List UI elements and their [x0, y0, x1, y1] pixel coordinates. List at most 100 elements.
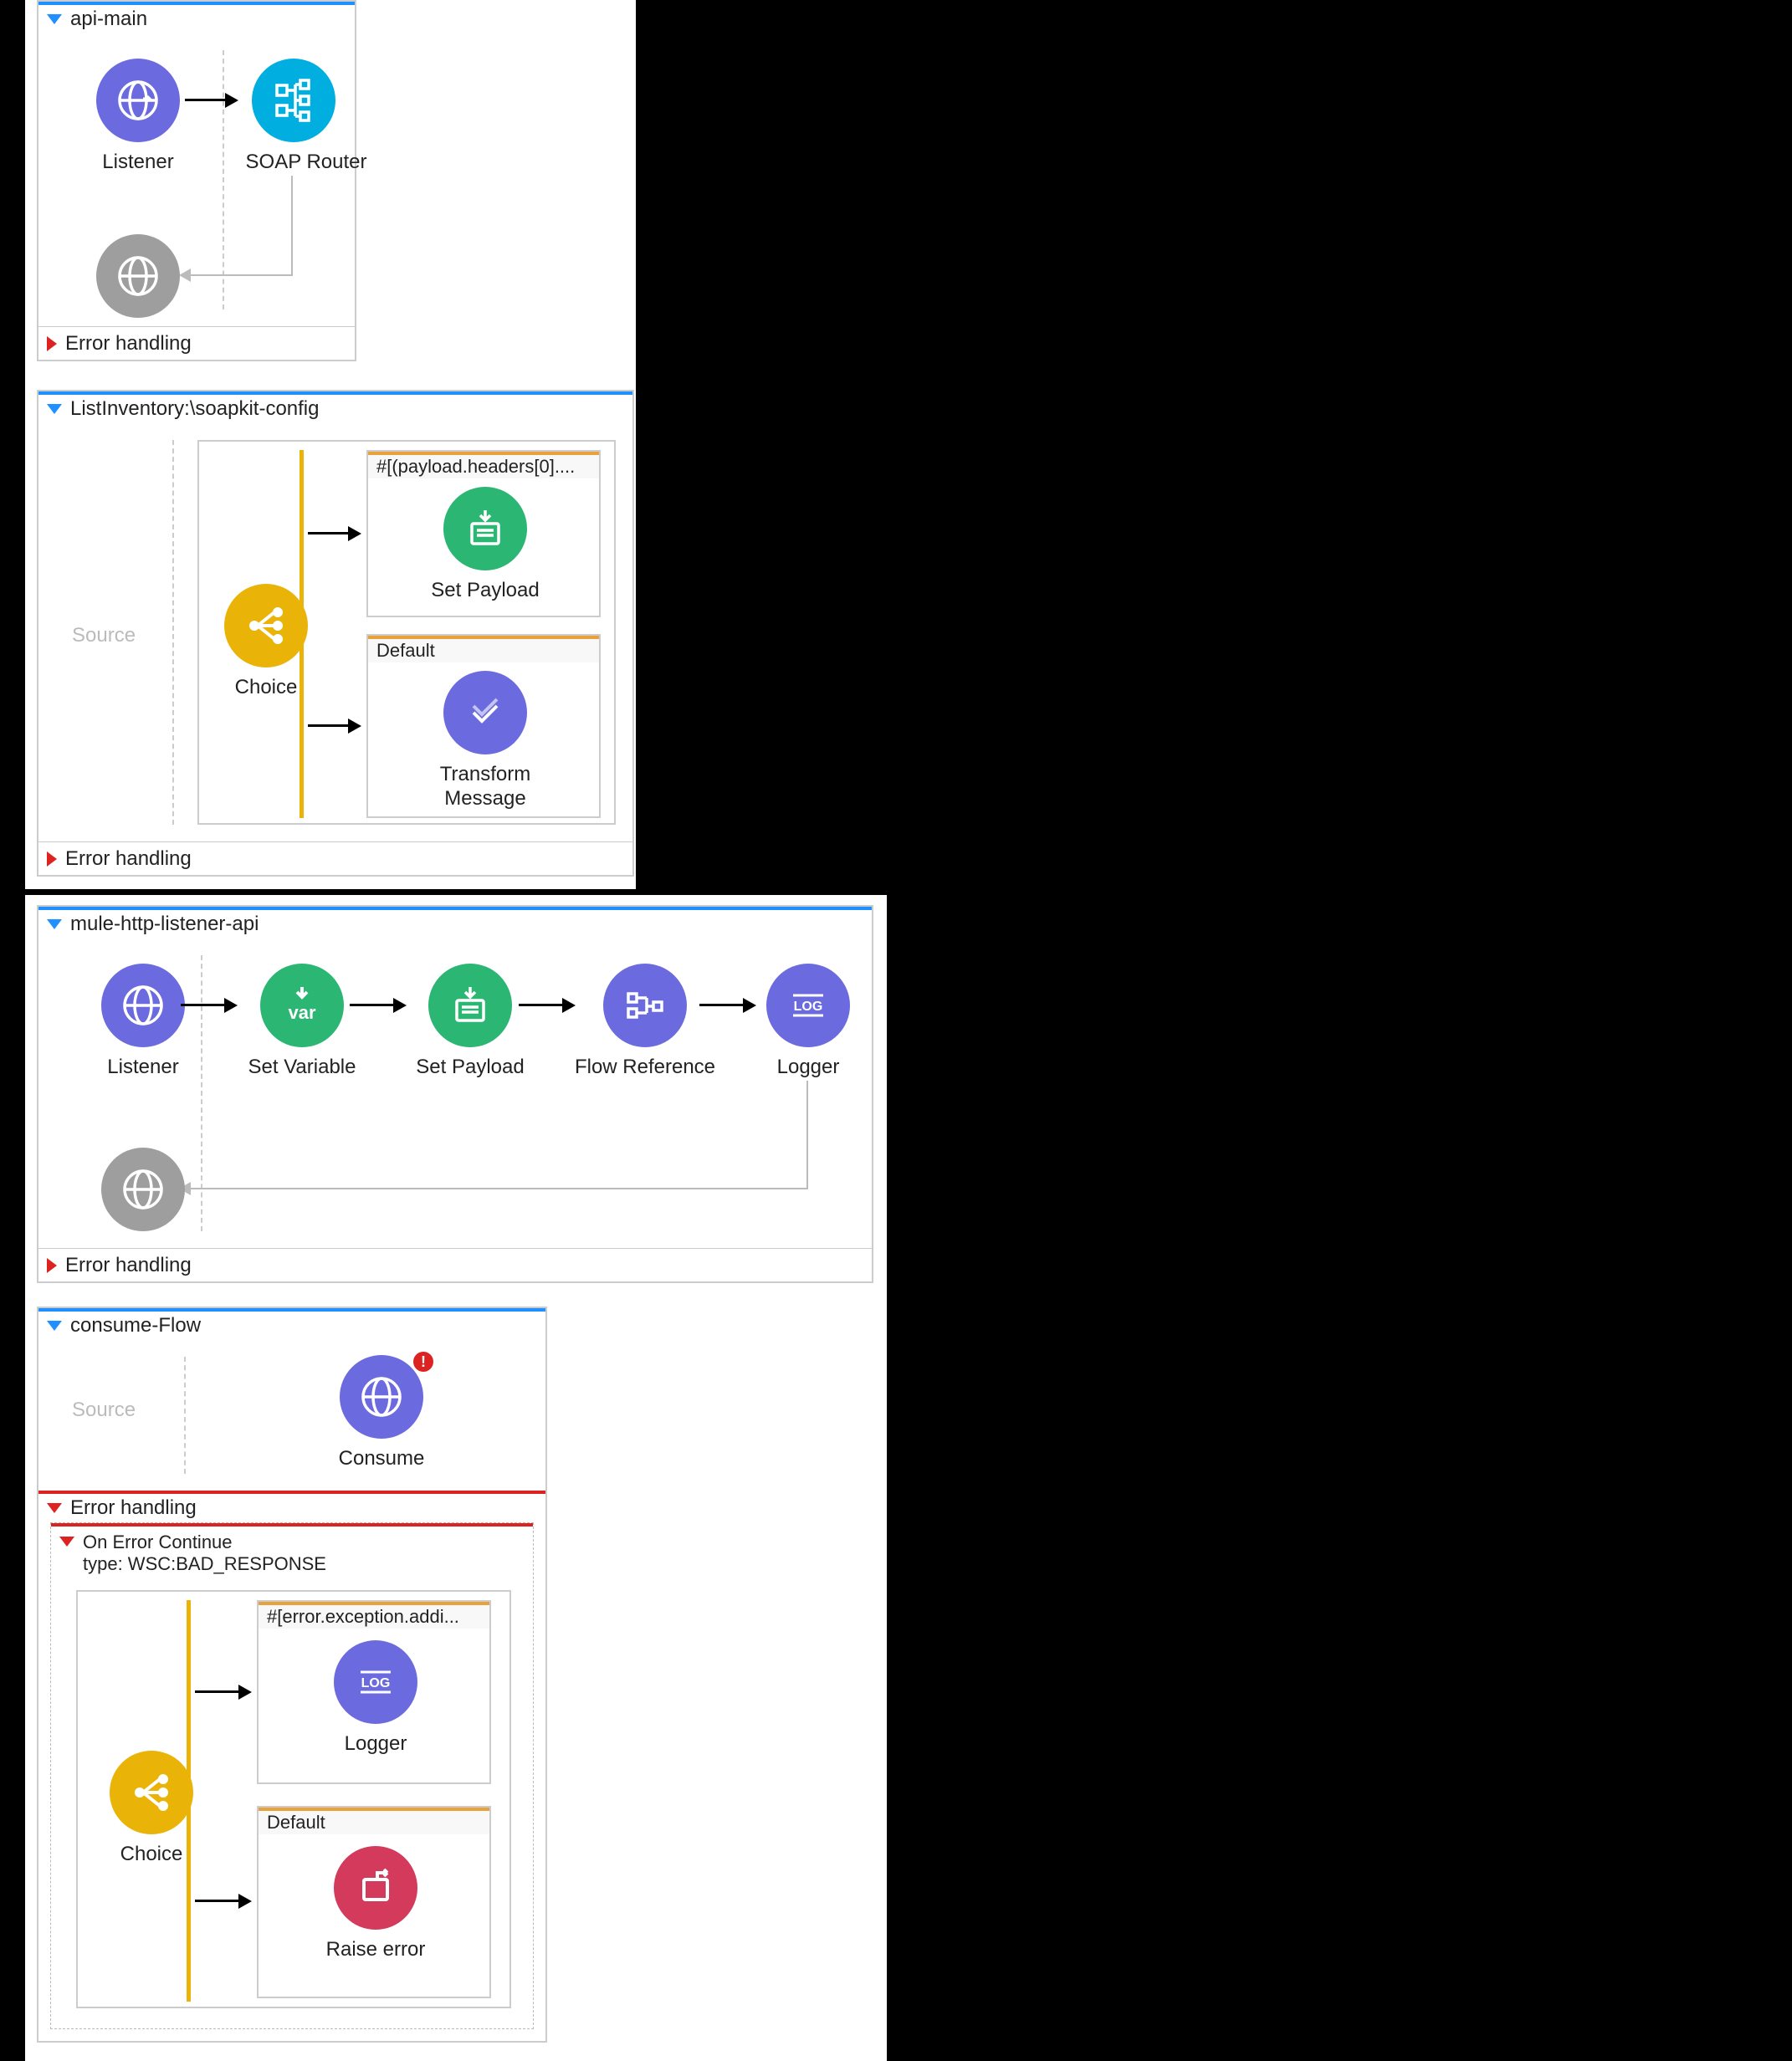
node-choice[interactable]: Choice — [207, 584, 325, 699]
on-error-continue-scope[interactable]: On Error Continue type: WSC:BAD_RESPONSE — [50, 1522, 534, 2029]
raise-error-label: Raise error — [313, 1938, 438, 1961]
error-footer-label: Error handling — [65, 1254, 192, 1277]
arrow — [185, 99, 227, 101]
arrow-head-icon — [348, 719, 361, 734]
flow-header-http-listener[interactable]: mule-http-listener-api — [38, 907, 872, 938]
flow-title: api-main — [70, 8, 147, 31]
choice-container: Choice #[(payload.headers[0].... — [197, 440, 616, 825]
node-set-payload[interactable]: Set Payload — [422, 487, 548, 602]
error-section-title: Error handling — [70, 1496, 197, 1520]
flow-http-listener[interactable]: mule-http-listener-api Listener — [37, 905, 873, 1283]
return-path — [189, 1188, 808, 1189]
route-header-1: #[error.exception.addi... — [259, 1602, 489, 1629]
consume-label: Consume — [315, 1447, 448, 1470]
response-icon — [96, 234, 180, 318]
error-footer-label: Error handling — [65, 847, 192, 871]
logger-icon: LOG — [766, 964, 850, 1047]
logger-label: Logger — [750, 1056, 867, 1079]
set-payload-icon — [428, 964, 512, 1047]
error-footer-label: Error handling — [65, 332, 192, 355]
source-divider — [223, 50, 224, 309]
arrow — [308, 532, 350, 534]
toggle-icon[interactable] — [47, 1321, 62, 1331]
flow-header-list-inventory[interactable]: ListInventory:\soapkit-config — [38, 391, 632, 423]
route-box-default[interactable]: Default Transform Message — [366, 634, 601, 818]
arrow — [699, 1004, 745, 1006]
source-divider — [184, 1357, 186, 1474]
flow-header-api-main[interactable]: api-main — [38, 2, 355, 33]
listener-label: Listener — [80, 1056, 206, 1079]
node-response[interactable] — [75, 234, 201, 326]
arrow-head-icon — [348, 526, 361, 541]
set-variable-icon: var — [260, 964, 344, 1047]
choice-icon — [224, 584, 308, 667]
flow-header-consume[interactable]: consume-Flow — [38, 1308, 545, 1340]
route-header-default: Default — [259, 1808, 489, 1834]
toggle-icon[interactable] — [47, 404, 62, 414]
toggle-icon[interactable] — [47, 336, 57, 351]
soap-router-label: SOAP Router — [235, 151, 377, 174]
route-header-1: #[(payload.headers[0].... — [368, 452, 599, 478]
route-box-1[interactable]: #[error.exception.addi... LOG Logger — [257, 1600, 491, 1784]
error-handling-header[interactable]: Error handling — [38, 1491, 545, 1522]
arrow-head-icon — [238, 1894, 252, 1909]
listener-label: Listener — [75, 151, 201, 174]
node-listener[interactable]: Listener — [80, 964, 206, 1079]
flow-title: ListInventory:\soapkit-config — [70, 397, 319, 421]
choice-label: Choice — [93, 1843, 210, 1866]
node-set-variable[interactable]: var Set Variable — [235, 964, 369, 1079]
raise-error-icon — [334, 1846, 417, 1930]
soap-router-icon — [252, 59, 335, 142]
choice-icon — [110, 1751, 193, 1834]
error-handling-footer[interactable]: Error handling — [38, 326, 355, 360]
arrow — [195, 1900, 240, 1902]
listener-icon — [101, 964, 185, 1047]
error-handling-footer[interactable]: Error handling — [38, 841, 632, 875]
node-response[interactable] — [80, 1148, 206, 1240]
toggle-icon[interactable] — [47, 852, 57, 867]
arrow — [308, 724, 350, 727]
logger-label: Logger — [313, 1732, 438, 1756]
set-payload-label: Set Payload — [422, 579, 548, 602]
scope-type: type: WSC:BAD_RESPONSE — [83, 1553, 326, 1575]
node-raise-error[interactable]: Raise error — [313, 1846, 438, 1961]
node-soap-router[interactable]: SOAP Router — [235, 59, 377, 174]
flow-list-inventory[interactable]: ListInventory:\soapkit-config Source — [37, 390, 634, 877]
svg-text:LOG: LOG — [794, 1000, 823, 1014]
route-box-default[interactable]: Default Raise error — [257, 1806, 491, 1998]
node-listener[interactable]: Listener — [75, 59, 201, 174]
svg-text:LOG: LOG — [361, 1676, 391, 1690]
arrow — [519, 1004, 564, 1006]
node-flow-reference[interactable]: Flow Reference — [566, 964, 724, 1079]
route-box-1[interactable]: #[(payload.headers[0].... Set Payload — [366, 450, 601, 617]
node-set-payload[interactable]: Set Payload — [403, 964, 537, 1079]
toggle-icon[interactable] — [59, 1537, 74, 1547]
toggle-icon[interactable] — [47, 14, 62, 24]
transform-icon — [443, 671, 527, 754]
toggle-icon[interactable] — [47, 919, 62, 929]
node-logger[interactable]: LOG Logger — [750, 964, 867, 1079]
toggle-icon[interactable] — [47, 1503, 62, 1513]
node-consume[interactable]: ! Consume — [315, 1355, 448, 1470]
toggle-icon[interactable] — [47, 1258, 57, 1273]
set-payload-label: Set Payload — [403, 1056, 537, 1079]
flow-ref-icon — [603, 964, 687, 1047]
return-path — [189, 274, 293, 276]
node-choice[interactable]: Choice — [93, 1751, 210, 1866]
error-handling-footer[interactable]: Error handling — [38, 1248, 872, 1281]
error-badge-icon: ! — [413, 1352, 433, 1372]
transform-label: Transform Message — [422, 763, 548, 811]
response-icon — [101, 1148, 185, 1231]
source-placeholder: Source — [72, 624, 136, 647]
node-logger[interactable]: LOG Logger — [313, 1640, 438, 1756]
return-path — [291, 176, 293, 276]
flow-consume[interactable]: consume-Flow Source ! Consume Error hand… — [37, 1307, 547, 2043]
node-transform-message[interactable]: Transform Message — [422, 671, 548, 811]
listener-icon — [96, 59, 180, 142]
set-variable-label: Set Variable — [235, 1056, 369, 1079]
route-header-default: Default — [368, 636, 599, 662]
flow-ref-label: Flow Reference — [566, 1056, 724, 1079]
return-path — [806, 1081, 808, 1189]
svg-text:var: var — [288, 1002, 315, 1023]
flow-api-main[interactable]: api-main Listener — [37, 0, 356, 361]
